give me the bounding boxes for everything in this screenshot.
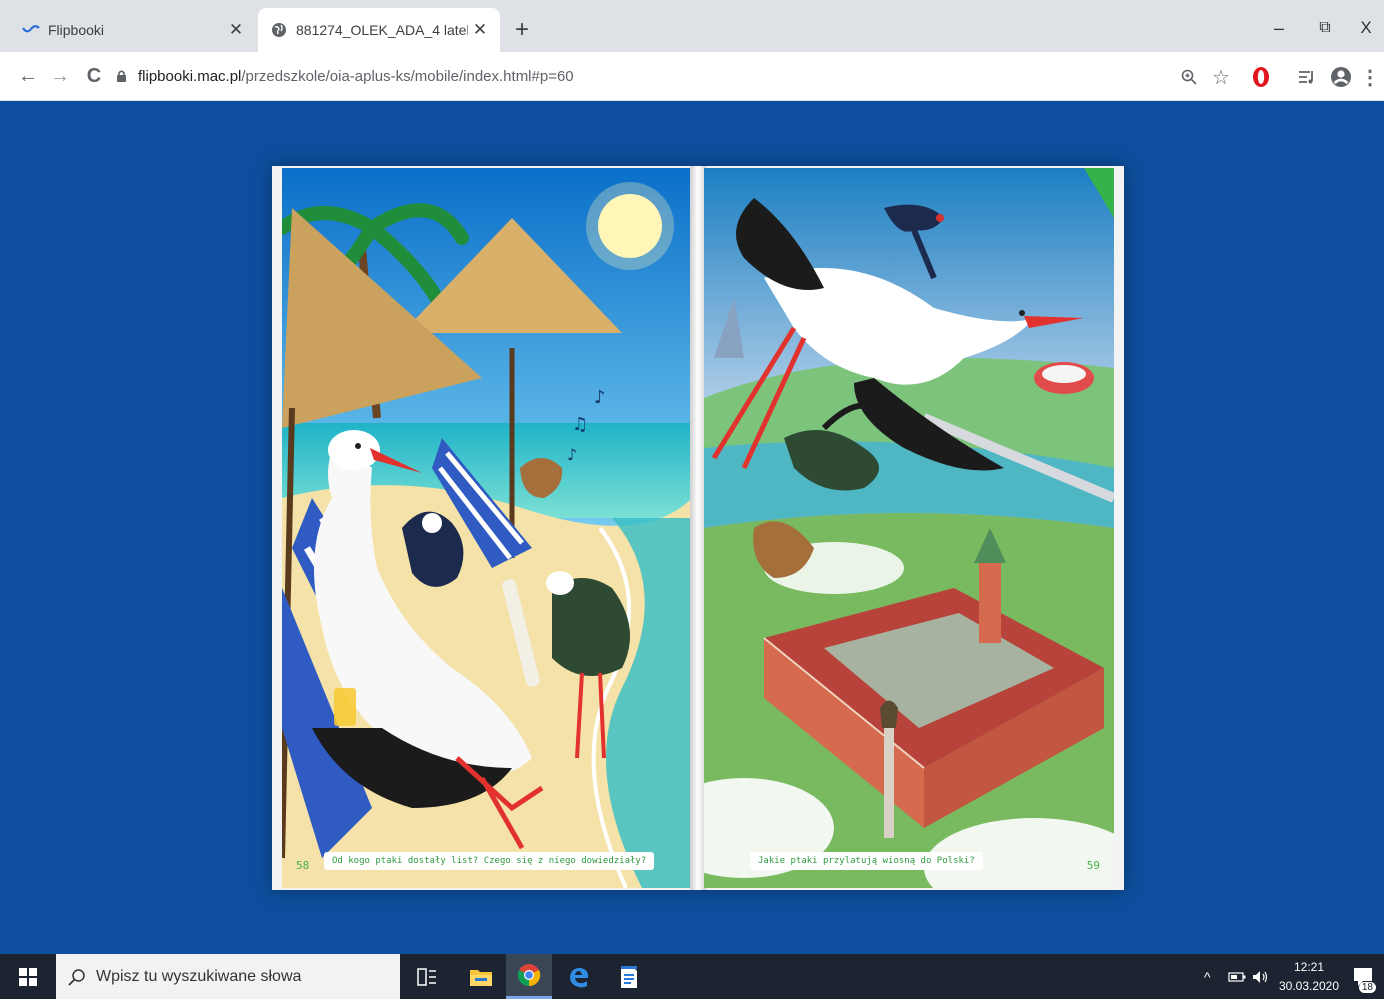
windows-taskbar: Wpisz tu wyszukiwane słowa ^ 12:21 30.03…	[0, 954, 1384, 999]
caption-left: Od kogo ptaki dostały list? Czego się z …	[324, 852, 655, 870]
svg-text:♪: ♪	[594, 387, 606, 408]
back-button[interactable]: ←	[14, 62, 42, 90]
tab-title: 881274_OLEK_ADA_4 latek Nowe	[296, 22, 468, 38]
warsaw-illustration	[704, 168, 1114, 888]
new-tab-button[interactable]: +	[508, 16, 536, 44]
zoom-icon[interactable]	[1176, 64, 1202, 90]
close-tab-icon[interactable]: ✕	[224, 18, 248, 42]
url-host: flipbooki.mac.pl	[138, 67, 242, 85]
reload-button[interactable]: C	[80, 62, 108, 90]
page-number-left: 58	[296, 859, 310, 872]
show-hidden-icons-button[interactable]: ^	[1204, 954, 1211, 999]
account-icon[interactable]	[1328, 64, 1354, 90]
tab-flipbook-document[interactable]: 881274_OLEK_ADA_4 latek Nowe ✕	[258, 8, 500, 52]
page-left[interactable]: ♪ ♫ ♪ 58 Od kogo ptaki dostały list? Cze…	[282, 168, 692, 888]
battery-icon[interactable]	[1228, 954, 1246, 999]
media-icon[interactable]	[1294, 64, 1320, 90]
browser-tab-strip: Flipbooki ✕ 881274_OLEK_ADA_4 latek Nowe…	[0, 0, 1384, 52]
minimize-button[interactable]: –	[1256, 12, 1302, 44]
caption-right: Jakie ptaki przylatują wiosną do Polski?	[750, 852, 983, 870]
globe-icon	[270, 21, 288, 39]
task-view-icon[interactable]	[404, 954, 450, 999]
windows-logo-icon	[19, 967, 37, 986]
notifications-button[interactable]: 18	[1348, 954, 1378, 999]
address-bar[interactable]: flipbooki.mac.pl/przedszkole/oia-aplus-k…	[114, 60, 1244, 92]
url-text: flipbooki.mac.pl/przedszkole/oia-aplus-k…	[138, 68, 574, 85]
svg-text:♪: ♪	[567, 445, 577, 464]
svg-text:♫: ♫	[572, 414, 588, 435]
tab-flipbooki[interactable]: Flipbooki ✕	[8, 8, 256, 52]
document-icon[interactable]	[606, 954, 652, 999]
star-icon[interactable]: ☆	[1208, 64, 1234, 90]
forward-button[interactable]: →	[46, 62, 74, 90]
opera-icon[interactable]	[1248, 64, 1274, 90]
chrome-icon[interactable]	[506, 954, 552, 999]
browser-toolbar: ← → C flipbooki.mac.pl/przedszkole/oia-a…	[0, 52, 1384, 101]
taskbar-search-box[interactable]: Wpisz tu wyszukiwane słowa	[56, 954, 400, 999]
search-placeholder: Wpisz tu wyszukiwane słowa	[96, 967, 302, 985]
restore-button[interactable]: ⧉	[1302, 12, 1348, 44]
volume-icon[interactable]	[1252, 954, 1270, 999]
close-tab-icon[interactable]: ✕	[468, 18, 492, 42]
flipbook-viewport: ♪ ♫ ♪ 58 Od kogo ptaki dostały list? Cze…	[0, 101, 1384, 954]
clock-date: 30.03.2020	[1278, 979, 1340, 993]
windows-start-button[interactable]	[0, 954, 56, 999]
notification-count-badge: 18	[1358, 982, 1376, 993]
system-clock[interactable]: 12:21 30.03.2020	[1274, 958, 1344, 996]
file-explorer-icon[interactable]	[458, 954, 504, 999]
lock-icon	[114, 68, 128, 84]
flipbooki-favicon-icon	[22, 21, 40, 39]
menu-icon[interactable]: ⋮	[1360, 64, 1380, 90]
edge-icon[interactable]	[556, 954, 602, 999]
page-right[interactable]: 59 Jakie ptaki przylatują wiosną do Pols…	[704, 168, 1114, 888]
close-window-button[interactable]: X	[1348, 12, 1384, 44]
clock-time: 12:21	[1293, 960, 1325, 974]
beach-illustration: ♪ ♫ ♪	[282, 168, 692, 888]
url-path: /przedszkole/oia-aplus-ks/mobile/index.h…	[241, 67, 574, 85]
page-number-right: 59	[1086, 859, 1100, 872]
flipbook-spread: ♪ ♫ ♪ 58 Od kogo ptaki dostały list? Cze…	[272, 166, 1124, 890]
tab-title: Flipbooki	[48, 22, 105, 38]
search-icon	[68, 968, 86, 986]
